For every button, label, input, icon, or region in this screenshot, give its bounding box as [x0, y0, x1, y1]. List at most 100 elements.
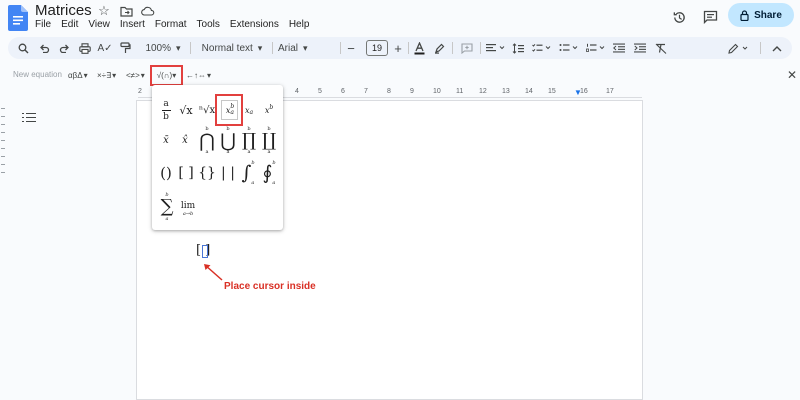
title-bar: Matrices ☆ File Edit View Insert Format …: [0, 0, 800, 36]
decrease-indent-icon[interactable]: [612, 40, 626, 56]
integral-symbol: ∫: [241, 162, 252, 184]
coproduct-button[interactable]: b ∐ a: [260, 126, 278, 156]
undo-icon[interactable]: [37, 40, 51, 56]
parentheses-button[interactable]: (): [157, 162, 175, 184]
outline-icon[interactable]: [22, 112, 36, 124]
insert-comment-icon[interactable]: [460, 40, 474, 56]
ruler-number: 8: [387, 88, 391, 95]
increase-indent-icon[interactable]: [633, 40, 647, 56]
relations-menu[interactable]: <≠> ▾: [126, 69, 145, 81]
chevron-down-icon: ▾: [83, 70, 88, 80]
nth-root-button[interactable]: ⁿ√x: [198, 100, 216, 120]
menu-file[interactable]: File: [35, 18, 56, 32]
clear-format-icon[interactable]: [654, 40, 668, 56]
menu-tools[interactable]: Tools: [192, 18, 225, 32]
numbered-list-icon[interactable]: [584, 40, 608, 56]
equation-cursor-box[interactable]: [202, 245, 208, 258]
ruler-number: 6: [341, 88, 345, 95]
decrease-font-size-button[interactable]: −: [344, 40, 358, 56]
menu-edit[interactable]: Edit: [56, 18, 83, 32]
menu-view[interactable]: View: [83, 18, 115, 32]
comment-icon[interactable]: [699, 6, 721, 28]
union-lower: a: [226, 149, 230, 155]
close-icon[interactable]: ✕: [787, 68, 797, 82]
annotation-text: Place cursor inside: [224, 281, 316, 292]
document-title[interactable]: Matrices: [35, 2, 92, 19]
docs-logo-icon[interactable]: [8, 5, 28, 31]
chevron-down-icon: ▾: [112, 70, 117, 80]
misc-operations-menu[interactable]: ×÷∃ ▾: [97, 69, 116, 81]
pen-icon[interactable]: [726, 40, 752, 56]
annotation-arrow-icon: [204, 264, 223, 281]
fraction-button[interactable]: a b: [157, 96, 175, 124]
share-button[interactable]: Share: [728, 3, 794, 27]
menu-help[interactable]: Help: [284, 18, 315, 32]
search-icon[interactable]: [16, 40, 30, 56]
math-operations-label: √(∩): [156, 71, 173, 80]
font-select[interactable]: Arial: [278, 40, 334, 56]
arrows-menu[interactable]: ←↑⇔ ▾: [186, 69, 211, 81]
integral-upper: b: [251, 160, 255, 166]
superscript-button[interactable]: xb: [262, 100, 276, 120]
fraction-numerator: a: [163, 98, 169, 109]
redo-icon[interactable]: [57, 40, 71, 56]
product-button[interactable]: b ∏ a: [240, 126, 258, 156]
summation-lower: a: [165, 216, 169, 222]
line-spacing-icon[interactable]: [511, 40, 525, 56]
history-icon[interactable]: [668, 6, 690, 28]
curly-braces-button[interactable]: {}: [198, 162, 216, 184]
hat-button[interactable]: x̂: [178, 131, 192, 149]
align-icon[interactable]: [484, 40, 508, 56]
product-symbol: ∏: [241, 130, 257, 151]
zoom-select[interactable]: 100%: [141, 40, 185, 56]
ruler-number: 7: [364, 88, 368, 95]
menu-insert[interactable]: Insert: [115, 18, 150, 32]
font-size-input[interactable]: 19: [366, 40, 388, 56]
lock-icon: [740, 9, 749, 21]
paint-format-icon[interactable]: [118, 40, 132, 56]
math-operations-menu[interactable]: √(∩) ▾: [150, 65, 183, 86]
print-icon[interactable]: [78, 40, 92, 56]
subscript-label: a: [249, 109, 254, 116]
summation-button[interactable]: b ∑ a: [157, 190, 177, 224]
folder-move-icon[interactable]: [118, 3, 134, 19]
highlighter-icon[interactable]: [432, 40, 446, 56]
toolbar-divider: [452, 42, 453, 54]
bold-text-color-icon[interactable]: [412, 40, 426, 56]
intersection-button[interactable]: b ⋂ a: [198, 126, 216, 156]
ruler-number: 9: [410, 88, 414, 95]
toolbar-divider: [340, 42, 341, 54]
overline-button[interactable]: x̄: [159, 131, 173, 149]
cloud-icon[interactable]: [140, 3, 156, 19]
star-icon[interactable]: ☆: [96, 3, 112, 19]
bulleted-list-icon[interactable]: [557, 40, 581, 56]
ruler-number: 12: [479, 88, 487, 95]
sub-superscript-scripts: b a: [230, 104, 234, 116]
union-button[interactable]: b ⋃ a: [219, 126, 237, 156]
limit-button[interactable]: lim a→b: [177, 198, 199, 220]
menu-extensions[interactable]: Extensions: [225, 18, 284, 32]
style-select[interactable]: Normal text: [196, 40, 268, 56]
right-indent-marker-icon[interactable]: ▼: [574, 88, 582, 97]
integral-button[interactable]: ∫ b a: [238, 158, 258, 188]
contour-integral-button[interactable]: ∮ b a: [259, 158, 279, 188]
ruler-number: 17: [606, 88, 614, 95]
summation-symbol: ∑: [160, 196, 174, 217]
union-symbol: ⋃: [220, 130, 236, 152]
menu-format[interactable]: Format: [150, 18, 192, 32]
new-equation-button[interactable]: New equation: [13, 70, 62, 79]
contour-integral-symbol: ∮: [262, 162, 273, 184]
ruler-number: 5: [318, 88, 322, 95]
spellcheck-icon[interactable]: A✓: [97, 40, 112, 56]
relations-label: <≠>: [126, 70, 140, 80]
absolute-value-button[interactable]: | |: [219, 162, 237, 184]
checklist-icon[interactable]: [530, 40, 554, 56]
greek-letters-menu[interactable]: αβΔ ▾: [68, 69, 88, 81]
ruler-number: 10: [433, 88, 441, 95]
increase-font-size-button[interactable]: +: [391, 40, 405, 56]
collapse-icon[interactable]: [770, 40, 784, 56]
fraction-denominator: b: [163, 111, 169, 122]
subscript-button[interactable]: xa: [242, 100, 256, 120]
square-root-button[interactable]: √x: [177, 100, 195, 120]
square-brackets-button[interactable]: [ ]: [177, 162, 195, 184]
